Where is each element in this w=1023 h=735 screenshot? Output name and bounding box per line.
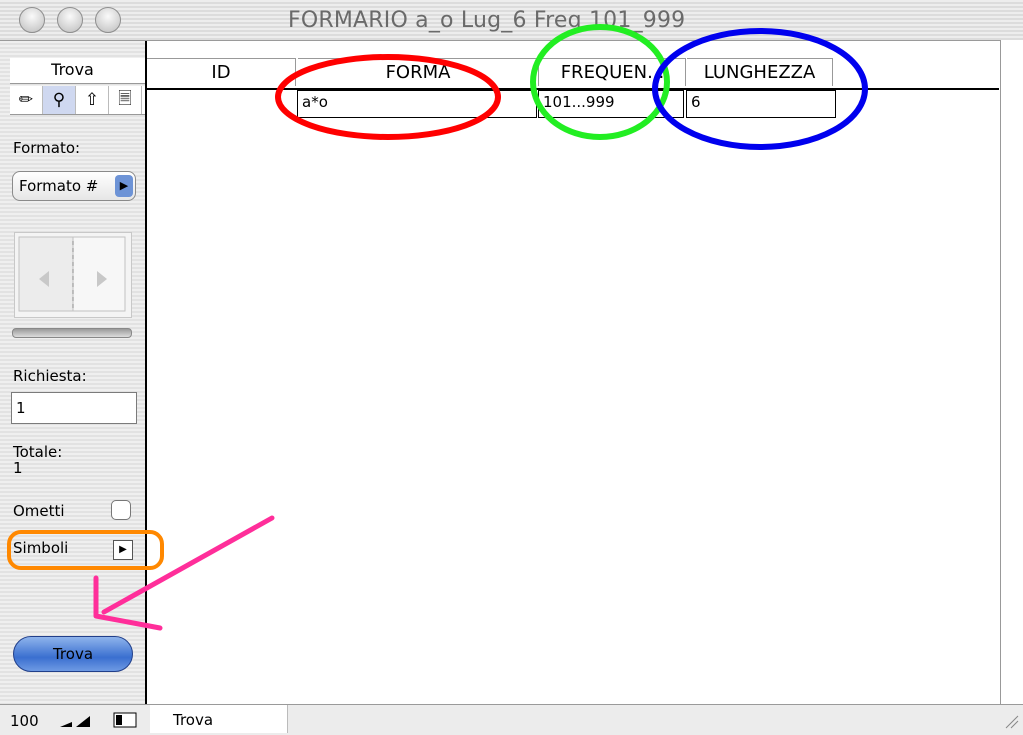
mode-tools: ✏ ⚲ ⇧ 🗏 (10, 86, 145, 115)
minimize-button[interactable] (57, 7, 83, 33)
resize-grip-icon[interactable] (1002, 710, 1020, 730)
cell-lunghezza[interactable]: 6 (686, 90, 836, 118)
record-slider[interactable] (12, 328, 132, 338)
find-button[interactable]: Trova (13, 636, 133, 672)
symbols-label: Simboli (13, 539, 69, 557)
layout-mode-icon[interactable]: ⇧ (76, 86, 109, 114)
table-header: ID FORMA FREQUEN... LUNGHEZZA (147, 58, 999, 90)
request-number-field[interactable]: 1 (11, 392, 137, 424)
vertical-scrollbar[interactable] (1000, 40, 1023, 704)
column-header-forma[interactable]: FORMA (298, 58, 539, 86)
column-header-lunghezza[interactable]: LUNGHEZZA (687, 58, 833, 86)
zoom-icons[interactable] (58, 710, 142, 730)
cell-frequenza[interactable]: 101...999 (538, 90, 684, 118)
format-value: Formato # (19, 177, 99, 195)
zoom-button[interactable] (95, 7, 121, 33)
cell-id[interactable] (149, 90, 294, 118)
format-popup[interactable]: Formato # ▶ (12, 171, 136, 201)
window-title: FORMARIO a_o Lug_6 Freq 101_999 (288, 8, 686, 33)
column-header-id[interactable]: ID (147, 58, 296, 86)
request-label: Richiesta: (13, 367, 87, 385)
find-mode-icon[interactable]: ⚲ (43, 86, 76, 114)
book-icon[interactable] (14, 232, 132, 318)
cell-forma[interactable]: a*o (297, 90, 537, 118)
omit-label: Ometti (13, 502, 65, 520)
close-button[interactable] (19, 7, 45, 33)
status-bar: 100 Trova (0, 704, 1023, 735)
zoom-level[interactable]: 100 (10, 712, 39, 730)
mode-status: Trova (150, 705, 288, 733)
symbols-menu-arrow-icon[interactable]: ▶ (113, 540, 133, 560)
total-value: 1 (13, 459, 23, 477)
browse-mode-icon[interactable]: ✏ (10, 86, 43, 114)
omit-checkbox[interactable] (111, 500, 131, 520)
preview-mode-icon[interactable]: 🗏 (109, 86, 142, 114)
title-bar: FORMARIO a_o Lug_6 Freq 101_999 (0, 0, 1023, 41)
popup-arrow-icon: ▶ (115, 175, 133, 197)
mode-label: Trova (51, 60, 94, 79)
format-label: Formato: (13, 139, 81, 157)
column-header-frequenza[interactable]: FREQUEN... (540, 58, 686, 86)
status-area: Trova ✏ ⚲ ⇧ 🗏 Formato: Formato # ▶ Richi… (0, 41, 147, 734)
